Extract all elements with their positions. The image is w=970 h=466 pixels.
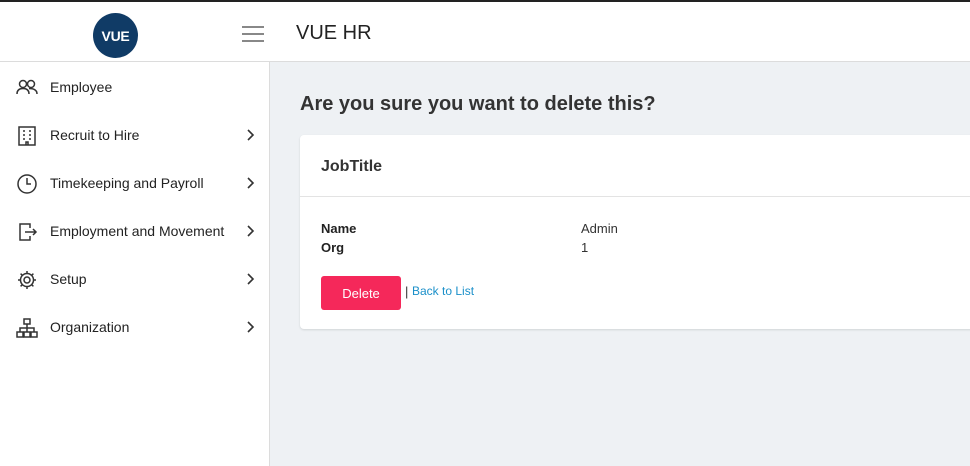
org-chart-icon bbox=[16, 318, 38, 338]
back-to-list-link[interactable]: Back to List bbox=[412, 284, 474, 298]
gear-icon bbox=[18, 271, 36, 289]
clock-icon bbox=[17, 174, 37, 194]
app-title: VUE HR bbox=[296, 22, 372, 44]
people-icon bbox=[16, 79, 38, 95]
main-content: Are you sure you want to delete this? Jo… bbox=[270, 62, 970, 466]
page-title: Are you sure you want to delete this? bbox=[300, 93, 656, 115]
sidebar-item-label: Setup bbox=[50, 271, 87, 287]
chevron-right-icon bbox=[247, 273, 255, 285]
sidebar-item-label: Employee bbox=[50, 79, 113, 95]
hamburger-menu-icon[interactable] bbox=[242, 26, 264, 42]
logo-text: VUE bbox=[101, 27, 130, 44]
sidebar-item-organization[interactable]: Organization bbox=[0, 303, 269, 351]
chevron-right-icon bbox=[247, 129, 255, 141]
sidebar: Employee Recruit to Hire Timekeeping and… bbox=[0, 62, 270, 466]
sidebar-item-recruit-to-hire[interactable]: Recruit to Hire bbox=[0, 111, 269, 159]
chevron-right-icon bbox=[247, 177, 255, 189]
exit-icon bbox=[19, 223, 38, 241]
sidebar-item-label: Organization bbox=[50, 319, 130, 335]
top-bar: VUE VUE HR bbox=[0, 0, 970, 62]
details-card: JobTitle Name Admin Org 1 Delete | Back … bbox=[300, 135, 970, 329]
field-value-org: 1 bbox=[581, 240, 589, 255]
sidebar-item-label: Timekeeping and Payroll bbox=[50, 175, 204, 191]
field-value-name: Admin bbox=[581, 221, 618, 236]
chevron-right-icon bbox=[247, 321, 255, 333]
field-label-org: Org bbox=[321, 240, 345, 255]
divider bbox=[300, 196, 970, 197]
sidebar-item-employee[interactable]: Employee bbox=[0, 63, 269, 111]
sidebar-item-label: Recruit to Hire bbox=[50, 127, 140, 143]
separator: | bbox=[405, 284, 409, 299]
logo[interactable]: VUE bbox=[93, 13, 138, 58]
chevron-right-icon bbox=[247, 225, 255, 237]
delete-button[interactable]: Delete bbox=[321, 276, 401, 310]
sidebar-item-label: Employment and Movement bbox=[50, 223, 225, 239]
card-title: JobTitle bbox=[321, 158, 383, 175]
sidebar-item-employment-and-movement[interactable]: Employment and Movement bbox=[0, 207, 269, 255]
sidebar-item-setup[interactable]: Setup bbox=[0, 255, 269, 303]
building-icon bbox=[18, 126, 36, 146]
sidebar-item-timekeeping-and-payroll[interactable]: Timekeeping and Payroll bbox=[0, 159, 269, 207]
field-label-name: Name bbox=[321, 221, 357, 236]
